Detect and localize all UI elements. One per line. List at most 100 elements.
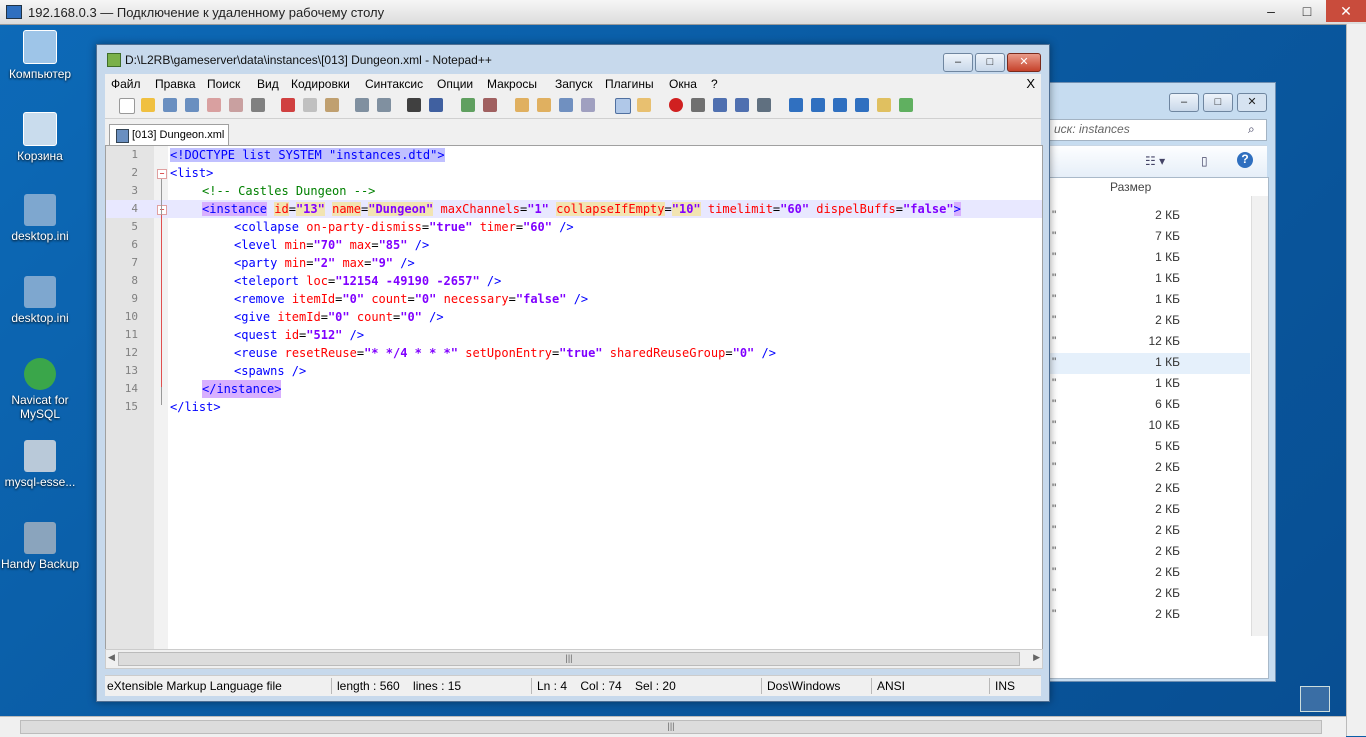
tab-dungeon-xml[interactable]: [013] Dungeon.xml [109, 124, 229, 146]
menu-options[interactable]: Опции [437, 77, 473, 91]
print-icon[interactable] [251, 98, 265, 112]
menu-syntax[interactable]: Синтаксис [365, 77, 423, 91]
rdp-horizontal-scrollbar[interactable]: ||| [0, 716, 1346, 737]
menu-search[interactable]: Поиск [207, 77, 240, 91]
show-all-chars-icon[interactable] [581, 98, 595, 112]
scrollbar-thumb[interactable]: ||| [118, 652, 1020, 666]
rdp-minimize-button[interactable]: – [1254, 0, 1288, 22]
explorer-minimize-button[interactable]: – [1169, 93, 1199, 112]
fold-toggle-icon[interactable]: − [157, 169, 167, 179]
menu-run[interactable]: Запуск [555, 77, 593, 91]
minimize-button[interactable]: – [943, 53, 973, 72]
cut-icon[interactable] [281, 98, 295, 112]
word-wrap-icon[interactable] [559, 98, 573, 112]
find-icon[interactable] [407, 98, 421, 112]
scrollbar-thumb[interactable]: ||| [20, 720, 1322, 734]
paste-icon[interactable] [325, 98, 339, 112]
redo-icon[interactable] [377, 98, 391, 112]
rdp-vertical-scrollbar[interactable] [1346, 24, 1366, 736]
close-document-icon[interactable]: X [1026, 76, 1035, 91]
file-row[interactable]: " 2 КБ [1050, 521, 1250, 542]
menu-macros[interactable]: Макросы [487, 77, 537, 91]
open-file-icon[interactable] [141, 98, 155, 112]
scroll-right-icon[interactable]: ▶ [1033, 652, 1040, 663]
file-row[interactable]: " 2 КБ [1050, 542, 1250, 563]
zoom-in-icon[interactable] [461, 98, 475, 112]
menu-file[interactable]: Файл [111, 77, 141, 91]
indent-guide-icon[interactable] [615, 98, 631, 114]
file-row[interactable]: " 12 КБ [1050, 332, 1250, 353]
replace-icon[interactable] [429, 98, 443, 112]
sync-horizontal-icon[interactable] [537, 98, 551, 112]
file-row[interactable]: " 1 КБ [1050, 374, 1250, 395]
file-row[interactable]: " 1 КБ [1050, 248, 1250, 269]
menu-view[interactable]: Вид [257, 77, 279, 91]
close-file-icon[interactable] [207, 98, 221, 112]
folder-as-workspace-icon[interactable] [637, 98, 651, 112]
copy-icon[interactable] [303, 98, 317, 112]
undo-icon[interactable] [355, 98, 369, 112]
run-macro-multiple-icon[interactable] [735, 98, 749, 112]
file-row[interactable]: " 2 КБ [1050, 500, 1250, 521]
explorer-window[interactable]: – □ ✕ иск: instances ⌕ ☷ ▾ ▯ ? Размер " 2… [1040, 82, 1276, 682]
new-file-icon[interactable] [119, 98, 135, 114]
notepad-plus-plus-window[interactable]: D:\L2RB\gameserver\data\instances\[013] … [96, 44, 1050, 702]
file-row[interactable]: " 2 КБ [1050, 563, 1250, 584]
rdp-close-button[interactable]: ✕ [1326, 0, 1366, 22]
preview-pane-icon[interactable]: ▯ [1201, 154, 1208, 168]
file-row[interactable]: " 1 КБ [1050, 353, 1250, 374]
menu-encoding[interactable]: Кодировки [291, 77, 350, 91]
desktop-icon-mysql[interactable]: mysql-esse... [0, 440, 80, 489]
desktop-icon-computer[interactable]: Компьютер [0, 30, 80, 81]
file-row[interactable]: " 7 КБ [1050, 227, 1250, 248]
explorer-search-input[interactable]: иск: instances ⌕ [1049, 119, 1267, 141]
file-row[interactable]: " 2 КБ [1050, 584, 1250, 605]
desktop-icon-navicat[interactable]: Navicat for MySQL [0, 358, 80, 421]
fold-toggle-icon[interactable]: − [157, 205, 167, 215]
search-icon[interactable]: ⌕ [1248, 122, 1255, 137]
expand-all-icon[interactable] [855, 98, 869, 112]
file-row[interactable]: " 1 КБ [1050, 290, 1250, 311]
spell-check-icon[interactable] [899, 98, 913, 112]
maximize-button[interactable]: □ [975, 53, 1005, 72]
help-icon[interactable]: ? [1237, 152, 1253, 168]
desktop-icon-handy-backup[interactable]: Handy Backup [0, 522, 80, 571]
horizontal-scrollbar[interactable]: ◀ ||| ▶ [105, 649, 1043, 669]
file-row[interactable]: " 5 КБ [1050, 437, 1250, 458]
menu-windows[interactable]: Окна [669, 77, 697, 91]
rdp-corner-icon[interactable] [1300, 686, 1330, 712]
save-macro-icon[interactable] [757, 98, 771, 112]
code-editor[interactable]: 1 <!DOCTYPE list SYSTEM "instances.dtd"> … [105, 145, 1043, 651]
file-row[interactable]: " 2 КБ [1050, 458, 1250, 479]
desktop-icon-recycle-bin[interactable]: Корзина [0, 112, 80, 163]
file-row[interactable]: " 1 КБ [1050, 269, 1250, 290]
scroll-left-icon[interactable]: ◀ [108, 652, 115, 663]
explorer-scrollbar[interactable] [1251, 196, 1268, 636]
arrow-up-icon[interactable] [811, 98, 825, 112]
file-row[interactable]: " 2 КБ [1050, 605, 1250, 626]
stop-macro-icon[interactable] [691, 98, 705, 112]
record-macro-icon[interactable] [669, 98, 683, 112]
file-row[interactable]: " 10 КБ [1050, 416, 1250, 437]
file-row[interactable]: " 2 КБ [1050, 479, 1250, 500]
menu-help[interactable]: ? [711, 77, 718, 91]
collapse-all-icon[interactable] [789, 98, 803, 112]
save-all-icon[interactable] [185, 98, 199, 112]
column-header-size[interactable]: Размер [1110, 180, 1190, 194]
close-button[interactable]: ✕ [1007, 53, 1041, 72]
zoom-out-icon[interactable] [483, 98, 497, 112]
desktop-icon-desktop-ini-2[interactable]: desktop.ini [0, 276, 80, 325]
view-options-icon[interactable]: ☷ ▾ [1145, 154, 1165, 168]
save-icon[interactable] [163, 98, 177, 112]
close-all-icon[interactable] [229, 98, 243, 112]
explorer-maximize-button[interactable]: □ [1203, 93, 1233, 112]
play-macro-icon[interactable] [713, 98, 727, 112]
file-row[interactable]: " 6 КБ [1050, 395, 1250, 416]
explorer-close-button[interactable]: ✕ [1237, 93, 1267, 112]
arrow-down-icon[interactable] [833, 98, 847, 112]
menu-edit[interactable]: Правка [155, 77, 196, 91]
plugin-icon[interactable] [877, 98, 891, 112]
file-row[interactable]: " 2 КБ [1050, 311, 1250, 332]
file-row[interactable]: " 2 КБ [1050, 206, 1250, 227]
sync-vertical-icon[interactable] [515, 98, 529, 112]
